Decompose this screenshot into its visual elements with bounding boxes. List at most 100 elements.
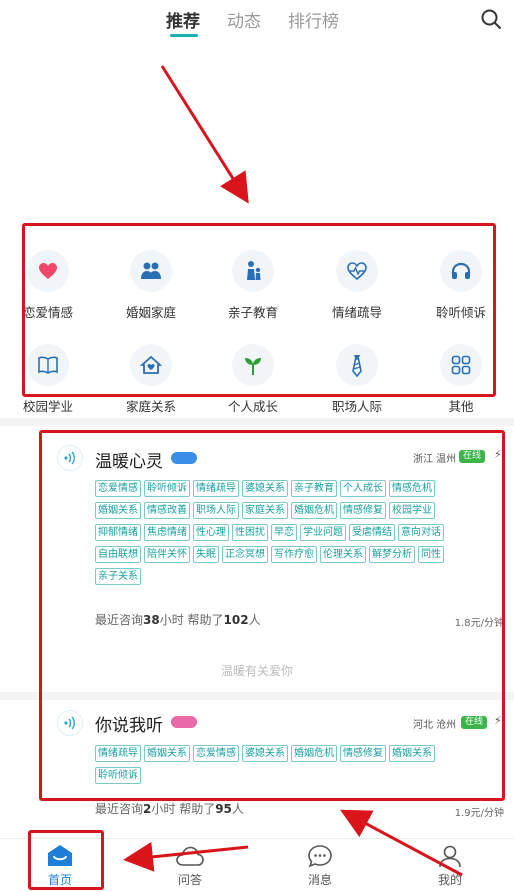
category-parenting[interactable]: 亲子教育 [208, 250, 298, 321]
tag: 写作疗愈 [271, 546, 317, 563]
tag: 受虐情结 [349, 524, 395, 541]
listener-name: 温暖心灵 [95, 452, 163, 472]
tag: 失眠 [193, 546, 219, 563]
price: 1.9元/分钟 [454, 808, 504, 819]
headphones-icon [451, 262, 471, 279]
category-listening[interactable]: 聆听倾诉 [416, 250, 506, 321]
tag: 自由联想 [95, 546, 141, 563]
consult-stats: 最近咨询2小时 帮助了95人 [95, 802, 244, 816]
listener-card[interactable]: 温暖心灵 浙江 温州 在线 ⚡ 恋爱情感 聆听倾诉 情绪疏导 婆媳关系 亲子教育… [0, 430, 514, 692]
listener-location: 河北 沧州 [413, 720, 457, 731]
tag: 婚姻危机 [291, 745, 337, 762]
tag: 伦理关系 [320, 546, 366, 563]
grid-icon [451, 355, 471, 375]
tag: 婚姻关系 [144, 745, 190, 762]
nav-qa[interactable]: 问答 [158, 843, 222, 888]
nav-home[interactable]: 首页 [28, 843, 92, 888]
listener-name: 你说我听 [95, 716, 163, 736]
nav-profile[interactable]: 我的 [418, 843, 482, 888]
tag: 焦虑情绪 [144, 524, 190, 541]
bolt-icon: ⚡ [494, 714, 502, 727]
heart-icon [39, 263, 57, 279]
category-emotion[interactable]: 情绪疏导 [312, 250, 402, 321]
search-icon[interactable] [480, 8, 502, 30]
tab-ranking[interactable]: 排行榜 [288, 7, 339, 32]
tag: 亲子教育 [291, 480, 337, 497]
section-separator [0, 418, 514, 426]
tag: 解梦分析 [369, 546, 415, 563]
slogan: 温暖有关爱你 [220, 664, 293, 678]
category-campus[interactable]: 校园学业 [3, 344, 93, 415]
nav-messages[interactable]: 消息 [288, 843, 352, 888]
tag: 情感改善 [144, 502, 190, 519]
tag: 恋爱情感 [95, 480, 141, 497]
bottom-nav: 首页 问答 消息 我的 [0, 838, 514, 892]
tag: 情感修复 [340, 745, 386, 762]
active-tab-indicator [170, 34, 198, 37]
category-family[interactable]: 家庭关系 [106, 344, 196, 415]
online-status: 在线 [461, 716, 488, 729]
tag: 抑郁情绪 [95, 524, 141, 541]
tag: 情绪疏导 [95, 745, 141, 762]
category-love[interactable]: 恋爱情感 [3, 250, 93, 321]
listener-card[interactable]: 你说我听 河北 沧州 在线 ⚡ 情绪疏导 婚姻关系 恋爱情感 婆媳关系 婚姻危机… [0, 700, 514, 830]
price: 1.8元/分钟 [454, 618, 504, 629]
tag-list: 恋爱情感 聆听倾诉 情绪疏导 婆媳关系 亲子教育 个人成长 情感危机 婚姻关系 … [95, 480, 475, 585]
category-workplace[interactable]: 职场人际 [312, 344, 402, 415]
tag: 校园学业 [389, 502, 435, 519]
tie-icon [352, 355, 362, 377]
tag: 情绪疏导 [193, 480, 239, 497]
tab-recommend[interactable]: 推荐 [166, 7, 200, 32]
bolt-icon: ⚡ [494, 448, 502, 461]
category-other[interactable]: 其他 [416, 344, 506, 415]
sprout-icon [245, 358, 261, 375]
sound-wave-icon [64, 716, 75, 730]
level-badge [171, 716, 197, 728]
tag: 婚姻关系 [389, 745, 435, 762]
section-separator [0, 692, 514, 700]
cloud-icon [176, 846, 204, 866]
avatar [57, 445, 83, 471]
tag: 婚姻危机 [291, 502, 337, 519]
tag: 性心理 [193, 524, 229, 541]
book-icon [38, 356, 58, 374]
tag: 婆媳关系 [242, 745, 288, 762]
tag: 聆听倾诉 [95, 767, 141, 784]
tag: 意向对话 [398, 524, 444, 541]
tag: 聆听倾诉 [144, 480, 190, 497]
listener-location: 浙江 温州 [413, 454, 457, 465]
category-marriage[interactable]: 婚姻家庭 [106, 250, 196, 321]
top-nav: 推荐 动态 排行榜 [0, 0, 514, 44]
tag: 家庭关系 [242, 502, 288, 519]
tag: 性困扰 [232, 524, 268, 541]
tab-dynamic[interactable]: 动态 [227, 7, 261, 32]
tag: 婚姻关系 [95, 502, 141, 519]
tag: 个人成长 [340, 480, 386, 497]
tag: 早恋 [271, 524, 297, 541]
category-growth[interactable]: 个人成长 [208, 344, 298, 415]
parent-child-icon [247, 261, 261, 280]
tag: 陪伴关怀 [144, 546, 190, 563]
tag: 情感修复 [340, 502, 386, 519]
tag: 婆媳关系 [242, 480, 288, 497]
tag: 同性 [418, 546, 444, 563]
tag: 情感危机 [389, 480, 435, 497]
user-icon [439, 845, 461, 868]
home-icon [48, 845, 72, 866]
home-heart-icon [140, 355, 162, 374]
tag: 学业问题 [300, 524, 346, 541]
tag: 亲子关系 [95, 568, 141, 585]
heart-pulse-icon [347, 262, 367, 281]
chat-icon [308, 845, 332, 868]
couple-icon [141, 262, 161, 279]
tag: 恋爱情感 [193, 745, 239, 762]
tag: 职场人际 [193, 502, 239, 519]
tag: 正念冥想 [222, 546, 268, 563]
level-badge [171, 452, 197, 464]
tag-list: 情绪疏导 婚姻关系 恋爱情感 婆媳关系 婚姻危机 情感修复 婚姻关系 聆听倾诉 [95, 745, 475, 784]
sound-wave-icon [64, 451, 75, 465]
online-status: 在线 [459, 450, 486, 463]
arrow-to-categories [160, 65, 249, 204]
consult-stats: 最近咨询38小时 帮助了102人 [95, 613, 261, 627]
avatar [57, 710, 83, 736]
